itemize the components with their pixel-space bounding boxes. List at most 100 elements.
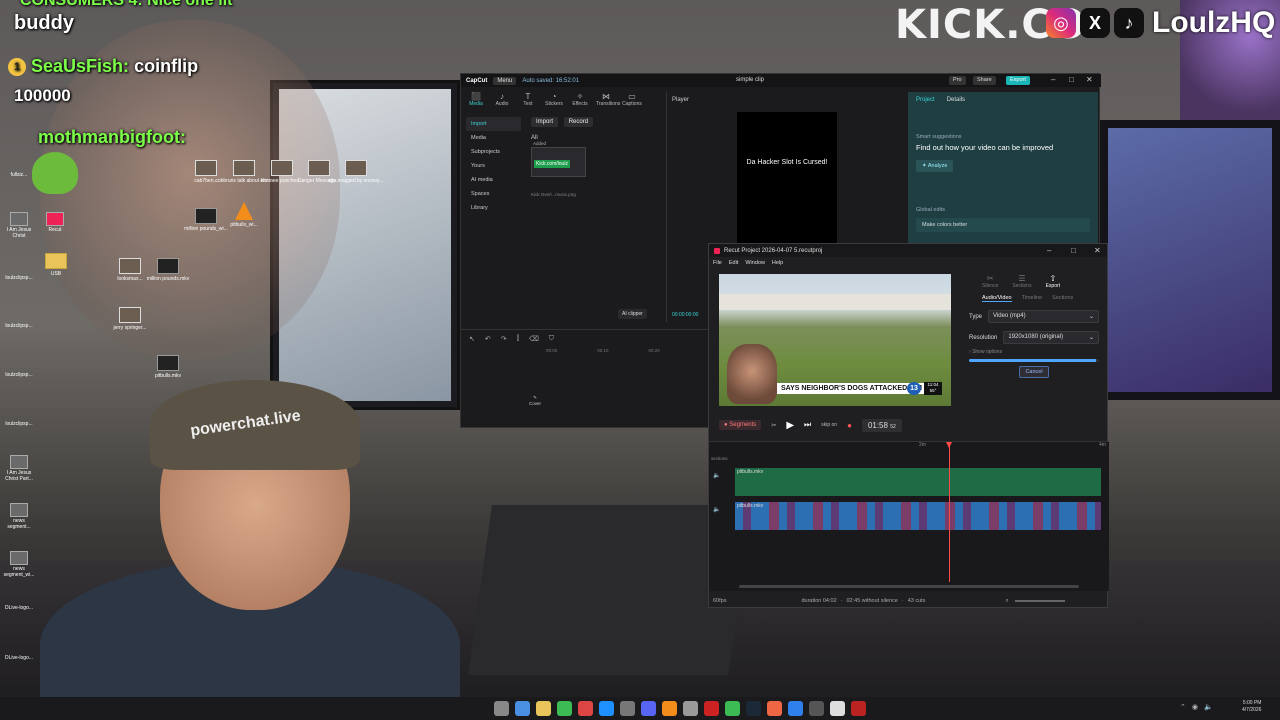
desktop-icon[interactable]: pitbulls.mkv	[138, 355, 198, 379]
minimize-icon[interactable]: –	[1051, 75, 1055, 84]
tab-details[interactable]: Details	[947, 97, 965, 103]
taskbar-app-icon[interactable]	[704, 701, 719, 716]
close-icon[interactable]: ✕	[1094, 246, 1101, 255]
taskbar-app-icon[interactable]	[494, 701, 509, 716]
taskbar-app-icon[interactable]	[557, 701, 572, 716]
taskbar-app-icon[interactable]	[809, 701, 824, 716]
playhead[interactable]	[946, 442, 952, 582]
tab-media[interactable]: ⬛ Media	[466, 92, 486, 107]
desktop-icon[interactable]: fullsiz...	[2, 172, 36, 178]
sidebar-item-spaces[interactable]: Spaces	[466, 187, 521, 201]
taskbar-app-icon[interactable]	[830, 701, 845, 716]
desktop-icon[interactable]: I Am Jesus Christ	[2, 212, 36, 239]
sidebar-item-yours[interactable]: Yours	[466, 159, 521, 173]
desktop-icon[interactable]: loulzclipsp...	[2, 372, 36, 378]
filter-all[interactable]: All	[531, 135, 661, 141]
subtab-sections[interactable]: Sections	[1052, 295, 1073, 302]
desktop-icon[interactable]: loulzclipsp...	[2, 421, 36, 427]
menu-window[interactable]: Window	[745, 260, 765, 266]
taskbar-app-icon[interactable]	[725, 701, 740, 716]
tab-project[interactable]: Project	[916, 97, 935, 103]
taskbar-app-icon[interactable]	[746, 701, 761, 716]
desktop-icon[interactable]: DLive-logo...	[2, 655, 36, 661]
cover-button[interactable]: ✎ Cover	[529, 395, 541, 406]
chevron-up-icon[interactable]: ⌃	[1180, 703, 1186, 711]
desktop-icon[interactable]: news segment_wi...	[2, 551, 36, 578]
type-select[interactable]: Video (mp4) ⌄	[988, 310, 1099, 323]
subtab-audio-video[interactable]: Audio/Video	[982, 295, 1012, 302]
resolution-select[interactable]: 1920x1080 (original) ⌄	[1003, 331, 1099, 344]
delete-icon[interactable]: ⌫	[529, 335, 539, 343]
maximize-icon[interactable]: □	[1069, 75, 1074, 84]
tab-silence[interactable]: ✂ Silence	[982, 274, 998, 289]
desktop-icon-recut[interactable]: Recut	[38, 212, 72, 233]
taskbar-app-icon[interactable]	[788, 701, 803, 716]
maximize-icon[interactable]: □	[1071, 246, 1076, 255]
volume-icon[interactable]: 🔈	[1204, 703, 1213, 711]
play-icon[interactable]: ▶	[786, 420, 794, 431]
desktop-icon[interactable]: clip mogged by snoovy...	[326, 160, 386, 184]
show-options-toggle[interactable]: › Show options	[964, 348, 1104, 356]
menu-help[interactable]: Help	[772, 260, 783, 266]
skip-silence-toggle[interactable]: skip on	[821, 422, 837, 428]
desktop-icon[interactable]: news segment...	[2, 503, 36, 530]
analyze-button[interactable]: ✦ Analyze	[916, 160, 954, 172]
desktop-icon-usb[interactable]: USB	[26, 253, 86, 277]
taskbar-clock[interactable]: 5:00 PM 4/7/2026	[1242, 700, 1261, 714]
tab-sections[interactable]: ☰ Sections	[1012, 274, 1031, 289]
sidebar-item-subprojects[interactable]: Subprojects	[466, 145, 521, 159]
network-icon[interactable]: ◉	[1192, 703, 1198, 711]
media-thumbnail[interactable]: Added Kick.com/loulz	[531, 141, 586, 177]
marker-icon[interactable]: ●	[847, 421, 852, 430]
sidebar-item-library[interactable]: Library	[466, 201, 521, 215]
share-button[interactable]: Share	[973, 76, 996, 85]
taskbar-app-icon[interactable]	[515, 701, 530, 716]
menu-button[interactable]: Menu	[493, 76, 517, 85]
menu-file[interactable]: File	[713, 260, 722, 266]
zoom-slider[interactable]	[1014, 600, 1065, 602]
sidebar-item-ai-media[interactable]: AI media	[466, 173, 521, 187]
desktop-icon[interactable]: I Am Jesus Christ Part...	[2, 455, 36, 482]
tab-audio[interactable]: ♪ Audio	[492, 92, 512, 107]
taskbar-app-icon[interactable]	[662, 701, 677, 716]
minimize-icon[interactable]: –	[1047, 246, 1051, 255]
split-icon[interactable]: ⫿	[517, 335, 519, 343]
menu-edit[interactable]: Edit	[729, 260, 738, 266]
zoom-icon[interactable]: ⌕	[1005, 598, 1008, 605]
select-tool-icon[interactable]: ↖	[469, 335, 475, 343]
tab-export[interactable]: ⇧ Export	[1046, 274, 1060, 289]
taskbar-app-icon[interactable]	[578, 701, 593, 716]
import-button[interactable]: Import	[531, 117, 559, 127]
pro-button[interactable]: Pro	[949, 76, 966, 85]
taskbar-app-icon[interactable]	[599, 701, 614, 716]
taskbar-app-icon[interactable]	[536, 701, 551, 716]
subtab-timeline[interactable]: Timeline	[1022, 295, 1043, 302]
desktop-icon[interactable]: DLive-logo...	[2, 605, 36, 611]
sidebar-item-media[interactable]: Media	[466, 131, 521, 145]
taskbar-app-icon[interactable]	[620, 701, 635, 716]
desktop-icon[interactable]: jerry springer...	[100, 307, 160, 331]
ai-clipper-button[interactable]: AI clipper	[618, 309, 647, 319]
volume-icon[interactable]: 🔈	[713, 472, 720, 479]
tab-captions[interactable]: ▭ Captions	[622, 92, 642, 107]
cancel-button[interactable]: Cancel	[1019, 366, 1049, 378]
export-button[interactable]: Export	[1006, 76, 1030, 85]
desktop-icon-vlc[interactable]: pitbulls_wi...	[214, 202, 274, 228]
audio-track[interactable]: pitbulls.mkv	[735, 502, 1101, 530]
record-button[interactable]: Record	[563, 117, 594, 127]
desktop-icon[interactable]: loulzclipsp...	[2, 275, 36, 281]
sidebar-item-import[interactable]: Import	[466, 117, 521, 131]
taskbar-app-icon[interactable]	[767, 701, 782, 716]
desktop-icon[interactable]: million pounds.mkv	[138, 258, 198, 282]
taskbar-app-icon[interactable]	[641, 701, 656, 716]
tab-stickers[interactable]: ◔ Stickers	[544, 92, 564, 107]
undo-icon[interactable]: ↶	[485, 335, 491, 343]
volume-icon[interactable]: 🔈	[713, 506, 720, 513]
segments-button[interactable]: ● Segments	[719, 420, 762, 430]
make-colors-better-button[interactable]: Make colors better	[916, 218, 1090, 232]
tab-effects[interactable]: ✧ Effects	[570, 92, 590, 107]
scissors-icon[interactable]: ✂	[771, 422, 776, 429]
close-icon[interactable]: ✕	[1086, 75, 1093, 84]
tab-text[interactable]: T Text	[518, 92, 538, 107]
fast-forward-icon[interactable]: ⏭	[804, 420, 811, 430]
